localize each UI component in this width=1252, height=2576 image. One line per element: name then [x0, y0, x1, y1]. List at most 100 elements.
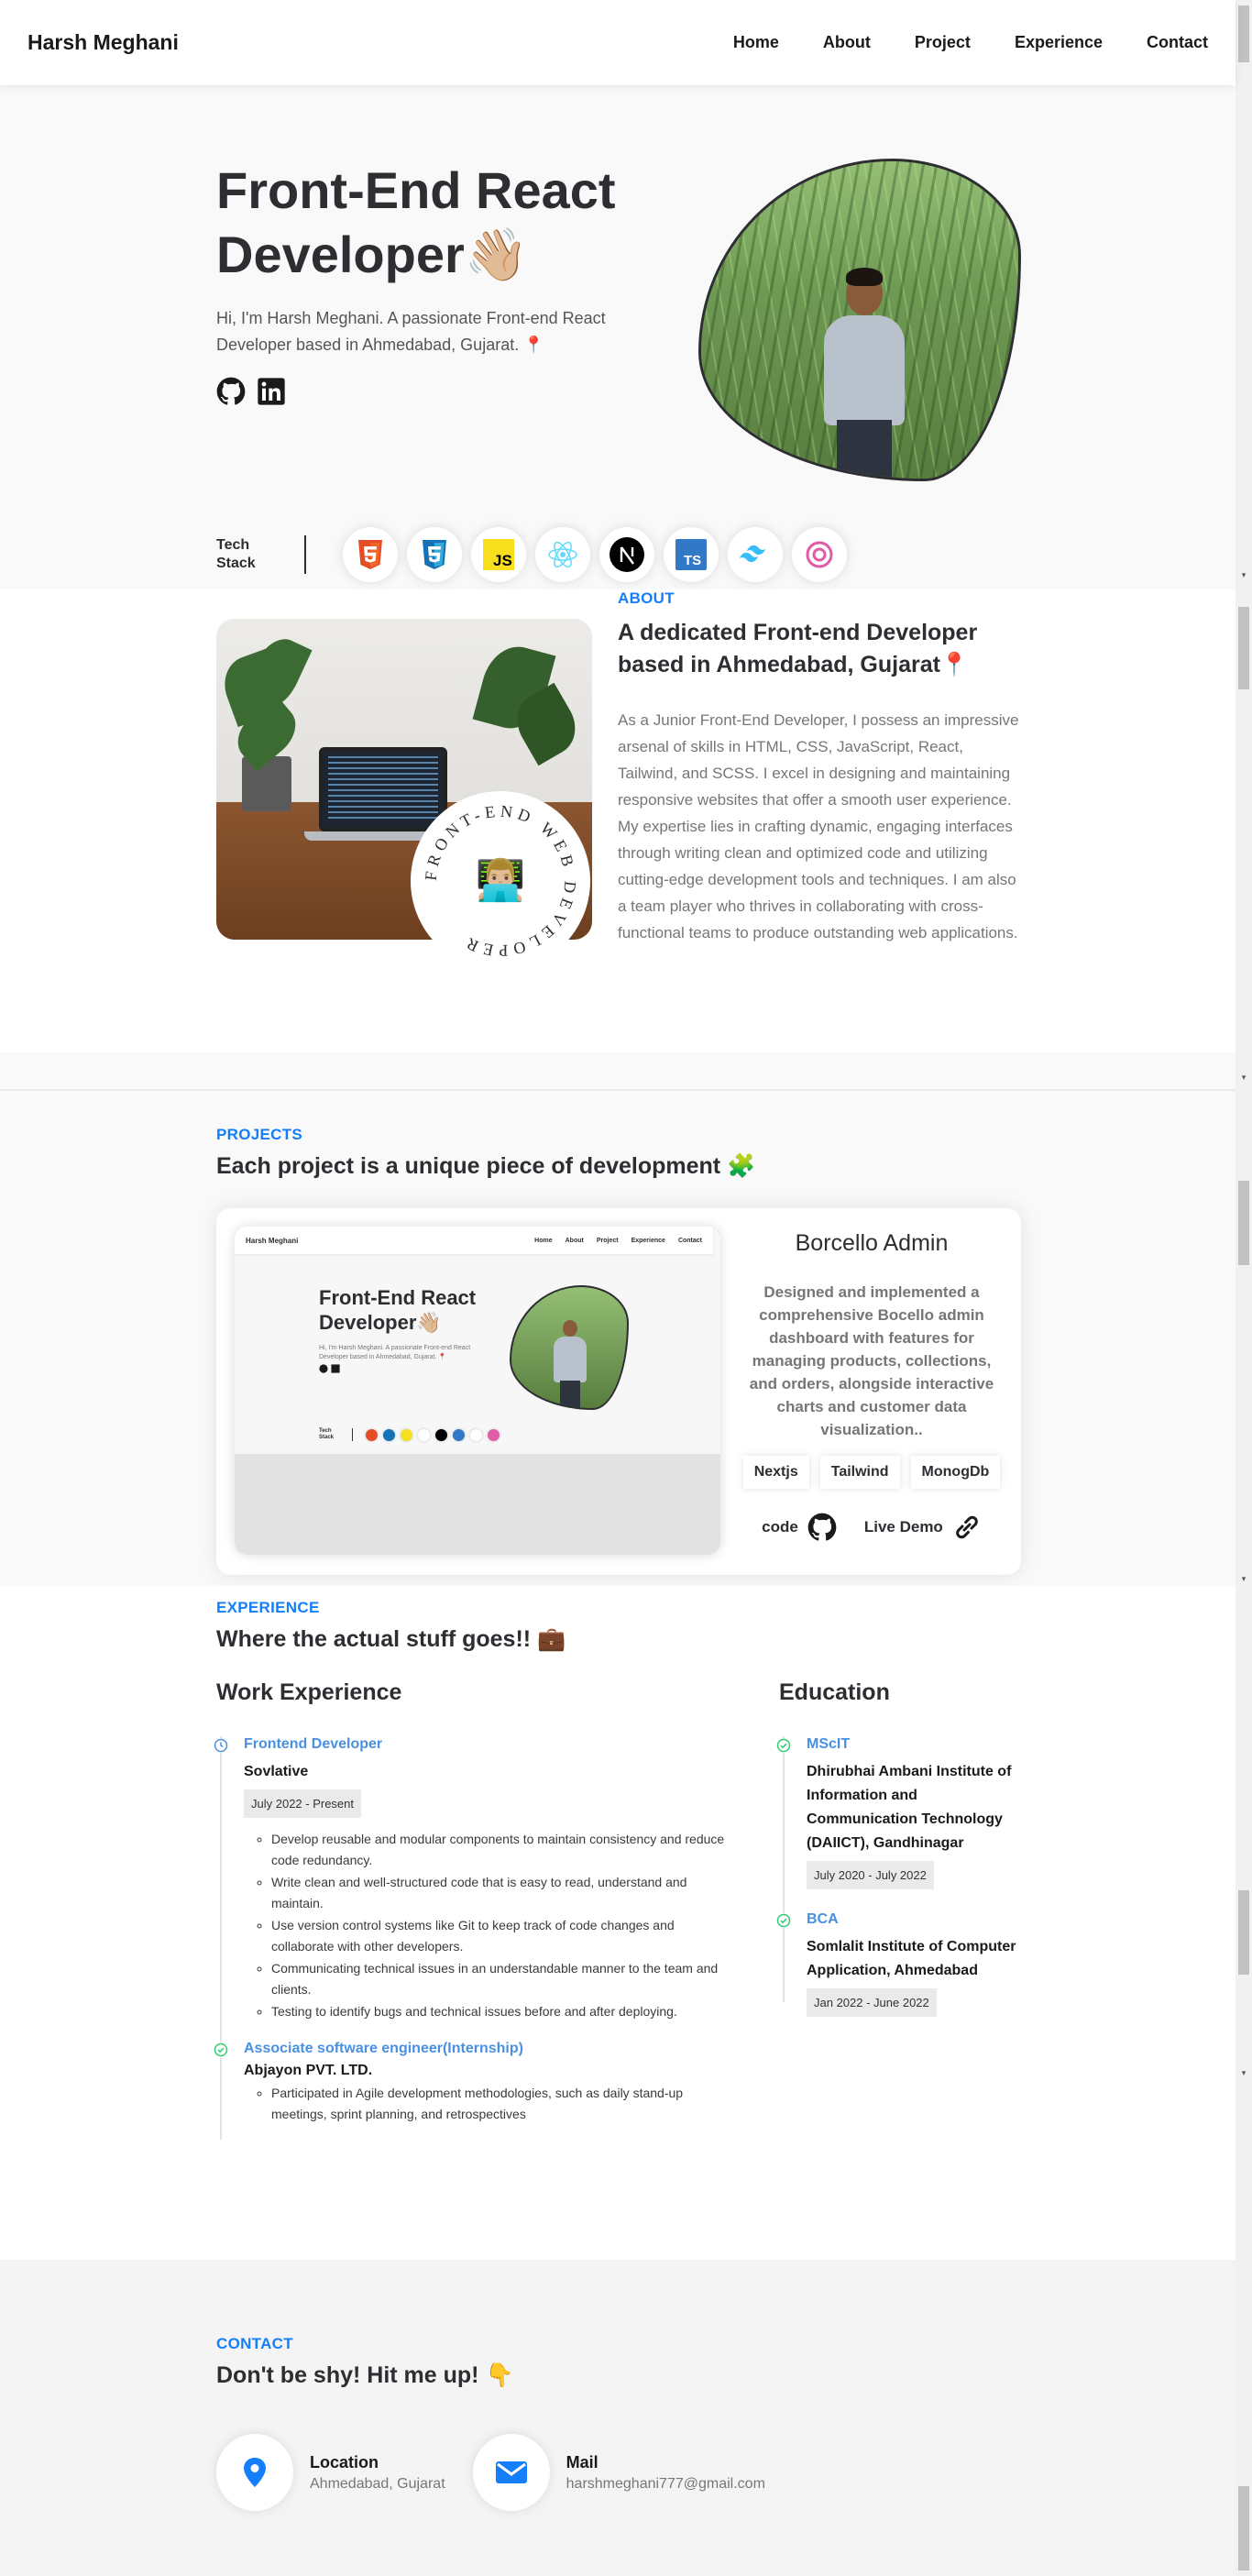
nav-experience[interactable]: Experience	[1015, 33, 1103, 52]
developer-emoji: 👨🏼‍💻	[476, 857, 526, 903]
work-item: Frontend Developer Sovlative July 2022 -…	[214, 1736, 733, 2022]
scroll-down-arrow[interactable]: ▾	[1239, 570, 1248, 580]
brand-logo[interactable]: Harsh Meghani	[27, 30, 179, 55]
preview-brand: Harsh Meghani	[246, 1236, 299, 1245]
work-experience-title: Work Experience	[216, 1679, 402, 1705]
project-card: Harsh Meghani Home About Project Experie…	[216, 1208, 1021, 1575]
contact-eyebrow: CONTACT	[216, 2335, 293, 2352]
duty-item: Use version control systems like Git to …	[271, 1915, 733, 1957]
hero-subtitle: Hi, I'm Harsh Meghani. A passionate Fron…	[216, 309, 606, 354]
duty-item: Develop reusable and modular components …	[271, 1829, 733, 1871]
javascript-icon: JS	[471, 527, 526, 582]
education-school: Dhirubhai Ambani Institute of Informatio…	[807, 1764, 1012, 1851]
tech-stack: Tech Stack JS TS	[216, 527, 847, 582]
profile-photo	[698, 159, 1021, 481]
contact-mail-value[interactable]: harshmeghani777@gmail.com	[566, 2476, 765, 2493]
nav-contact[interactable]: Contact	[1147, 33, 1208, 52]
nav-about[interactable]: About	[823, 33, 871, 52]
project-links: code Live Demo	[739, 1513, 1005, 1542]
social-links	[216, 377, 286, 406]
duty-item: Write clean and well-structured code tha…	[271, 1872, 733, 1914]
scroll-down-arrow[interactable]: ▾	[1239, 2068, 1248, 2078]
preview-nav-experience: Experience	[631, 1237, 665, 1244]
scrollbar[interactable]: ▾ ▾ ▾ ▾	[1236, 0, 1252, 2576]
preview-nav-about: About	[565, 1237, 584, 1244]
contact-mail: Mail harshmeghani777@gmail.com	[472, 2434, 765, 2511]
live-demo-link[interactable]: Live Demo	[864, 1513, 982, 1542]
contact-location-value: Ahmedabad, Gujarat	[310, 2475, 445, 2492]
react-icon	[535, 527, 590, 582]
tag-nextjs: Nextjs	[742, 1456, 809, 1489]
hero-title: Front-End React Developer👋🏼	[216, 161, 616, 283]
project-description: Designed and implemented a comprehensive…	[749, 1283, 994, 1438]
scrollbar-thumb[interactable]	[1238, 1890, 1249, 1975]
scroll-down-arrow[interactable]: ▾	[1239, 1574, 1248, 1584]
scroll-down-arrow[interactable]: ▾	[1239, 1073, 1248, 1083]
contact-section: CONTACT Don't be shy! Hit me up! 👇 Locat…	[0, 2260, 1236, 2576]
contact-mail-title: Mail	[566, 2452, 599, 2471]
about-title: A dedicated Front-end Developer based in…	[618, 620, 978, 677]
preview-tech-stack-label: Tech Stack	[319, 1428, 335, 1440]
live-demo-label: Live Demo	[863, 1518, 943, 1536]
divider	[0, 1089, 1236, 1091]
project-tags: Nextjs Tailwind MonogDb	[739, 1456, 1005, 1489]
github-icon[interactable]	[216, 377, 246, 406]
education-date: Jan 2022 - June 2022	[807, 1988, 937, 2017]
scrollbar-thumb[interactable]	[1238, 1181, 1249, 1265]
scrollbar-thumb[interactable]	[1238, 6, 1249, 62]
project-screenshot[interactable]: Harsh Meghani Home About Project Experie…	[235, 1227, 720, 1555]
code-link-label: code	[762, 1518, 798, 1536]
work-role: Frontend Developer	[244, 1736, 383, 1752]
project-name: Borcello Admin	[795, 1230, 949, 1256]
education-degree: BCA	[807, 1911, 839, 1927]
location-pin-icon	[216, 2434, 293, 2511]
work-timeline: Frontend Developer Sovlative July 2022 -…	[214, 1736, 733, 2140]
education-title: Education	[779, 1679, 890, 1705]
contact-title: Don't be shy! Hit me up! 👇	[216, 2362, 514, 2388]
education-school: Somlalit Institute of Computer Applicati…	[807, 1939, 1016, 1978]
nav-home[interactable]: Home	[733, 33, 779, 52]
nav-project[interactable]: Project	[915, 33, 971, 52]
navbar: Harsh Meghani Home About Project Experie…	[0, 0, 1236, 85]
experience-eyebrow: EXPERIENCE	[216, 1599, 320, 1616]
mail-icon[interactable]	[472, 2434, 550, 2511]
linkedin-icon[interactable]	[257, 377, 286, 406]
nextjs-icon	[599, 527, 654, 582]
duty-item: Participated in Agile development method…	[271, 2083, 733, 2125]
clock-icon	[214, 1738, 228, 1753]
svg-text:TS: TS	[684, 553, 701, 568]
hero-section: Front-End React Developer👋🏼 Hi, I'm Hars…	[0, 85, 1236, 589]
about-section: FRONT-END WEB DEVELOPER 👨🏼‍💻 ABOUT A ded…	[0, 589, 1236, 1052]
duty-item: Communicating technical issues in an und…	[271, 1958, 733, 2000]
education-item: BCA Somlalit Institute of Computer Appli…	[776, 1911, 1030, 2017]
work-duties: Develop reusable and modular components …	[244, 1829, 733, 2022]
check-circle-icon	[214, 2042, 228, 2057]
project-info: Borcello Admin Designed and implemented …	[739, 1227, 1005, 1542]
check-circle-icon	[776, 1913, 791, 1928]
check-circle-icon	[776, 1738, 791, 1753]
work-role: Associate software engineer(Internship)	[244, 2041, 523, 2056]
typescript-icon: TS	[664, 527, 719, 582]
contact-items: Location Ahmedabad, Gujarat Mail harshme…	[216, 2434, 765, 2511]
education-degree: MScIT	[807, 1736, 851, 1752]
nav-links: Home About Project Experience Contact	[689, 33, 1208, 52]
preview-subtitle: Hi, I'm Harsh Meghani. A passionate Fron…	[319, 1345, 471, 1360]
scrollbar-thumb[interactable]	[1238, 607, 1249, 689]
contact-location: Location Ahmedabad, Gujarat	[216, 2434, 445, 2511]
tag-mongodb: MonogDb	[910, 1456, 1001, 1489]
tech-stack-label: Tech Stack	[216, 537, 256, 571]
preview-nav-contact: Contact	[677, 1237, 702, 1244]
education-date: July 2020 - July 2022	[807, 1861, 934, 1889]
projects-eyebrow: PROJECTS	[216, 1126, 303, 1143]
work-org: Sovlative	[244, 1764, 309, 1779]
about-eyebrow: ABOUT	[618, 589, 675, 607]
about-text: ABOUT A dedicated Front-end Developer ba…	[618, 589, 1021, 946]
experience-title: Where the actual stuff goes!! 💼	[216, 1626, 566, 1652]
experience-section: EXPERIENCE Where the actual stuff goes!!…	[0, 1586, 1236, 2260]
preview-title: Front-End React Developer👋🏼	[319, 1286, 477, 1334]
about-body: As a Junior Front-End Developer, I posse…	[618, 711, 1019, 941]
code-link[interactable]: code	[762, 1513, 837, 1542]
education-timeline: MScIT Dhirubhai Ambani Institute of Info…	[776, 1736, 1030, 2017]
css3-icon	[407, 527, 462, 582]
scrollbar-thumb[interactable]	[1238, 2486, 1249, 2570]
